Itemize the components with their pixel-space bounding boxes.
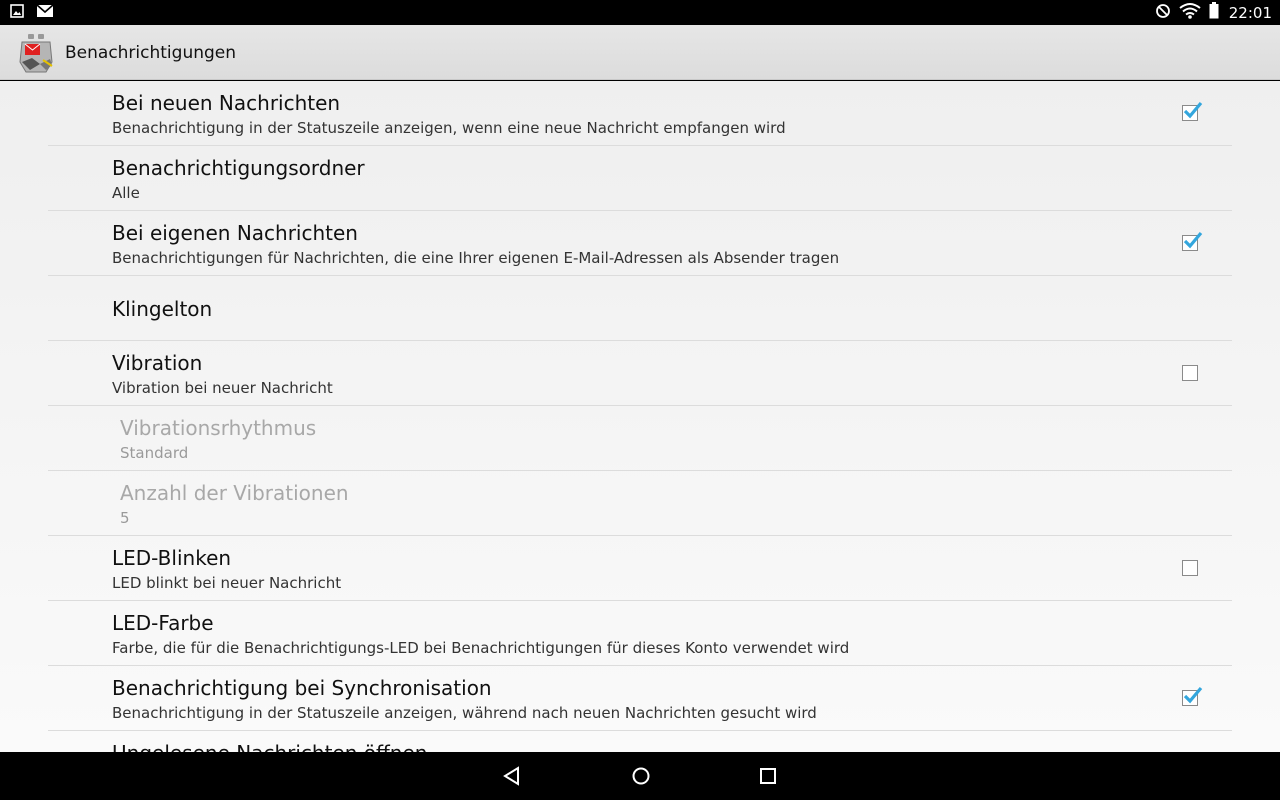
pref-title: Benachrichtigung bei Synchronisation [112, 676, 492, 700]
pref-title: Vibrationsrhythmus [120, 416, 317, 440]
pref-own-messages[interactable]: Bei eigenen Nachrichten Benachrichtigung… [48, 211, 1232, 276]
page-title: Benachrichtigungen [65, 43, 237, 63]
checkbox-unchecked[interactable] [1182, 560, 1198, 576]
pref-new-messages[interactable]: Bei neuen Nachrichten Benachrichtigung i… [48, 81, 1232, 146]
pref-vibration-count: Anzahl der Vibrationen 5 [48, 471, 1232, 536]
status-bar: 22:01 [0, 0, 1280, 25]
status-time: 22:01 [1228, 3, 1272, 22]
wifi-icon [1179, 2, 1201, 23]
pref-title: Bei eigenen Nachrichten [112, 221, 358, 245]
pref-summary: Standard [120, 444, 189, 462]
navigation-bar [0, 752, 1280, 800]
pref-title: Klingelton [112, 297, 213, 321]
pref-summary: Benachrichtigung in der Statuszeile anze… [112, 704, 817, 722]
pref-led-blink[interactable]: LED-Blinken LED blinkt bei neuer Nachric… [48, 536, 1232, 601]
checkbox-checked[interactable] [1182, 101, 1203, 121]
pref-summary: 5 [120, 509, 130, 527]
back-icon[interactable] [500, 764, 524, 788]
pref-sync-notification[interactable]: Benachrichtigung bei Synchronisation Ben… [48, 666, 1232, 731]
status-right: 22:01 [1155, 0, 1272, 25]
pref-summary: Benachrichtigungen für Nachrichten, die … [112, 249, 840, 267]
pref-title: LED-Blinken [112, 546, 232, 570]
pref-vibration[interactable]: Vibration Vibration bei neuer Nachricht [48, 341, 1232, 406]
home-icon[interactable] [629, 764, 653, 788]
action-bar: Benachrichtigungen [0, 25, 1280, 80]
checkbox-checked[interactable] [1182, 686, 1203, 706]
image-notification-icon [10, 3, 24, 22]
k9-mail-app-icon[interactable] [16, 32, 56, 74]
pref-summary: Alle [112, 184, 140, 202]
checkbox-unchecked[interactable] [1182, 365, 1198, 381]
pref-title: LED-Farbe [112, 611, 214, 635]
pref-title: Benachrichtigungsordner [112, 156, 365, 180]
pref-led-color[interactable]: LED-Farbe Farbe, die für die Benachricht… [48, 601, 1232, 666]
pref-ringtone[interactable]: Klingelton [48, 276, 1232, 341]
status-left [10, 0, 54, 25]
pref-summary: Vibration bei neuer Nachricht [112, 379, 333, 397]
pref-title: Bei neuen Nachrichten [112, 91, 341, 115]
mail-notification-icon [36, 3, 54, 22]
checkbox-checked[interactable] [1182, 231, 1203, 251]
pref-title: Vibration [112, 351, 203, 375]
pref-summary: Benachrichtigung in der Statuszeile anze… [112, 119, 786, 137]
pref-title: Anzahl der Vibrationen [120, 481, 349, 505]
pref-title: Ungelesene Nachrichten öffnen [112, 741, 427, 752]
battery-icon [1209, 2, 1219, 23]
do-not-disturb-icon [1155, 3, 1171, 23]
preferences-list[interactable]: Bei neuen Nachrichten Benachrichtigung i… [0, 81, 1280, 752]
pref-open-unread[interactable]: Ungelesene Nachrichten öffnen [48, 731, 1232, 752]
pref-summary: Farbe, die für die Benachrichtigungs-LED… [112, 639, 850, 657]
pref-summary: LED blinkt bei neuer Nachricht [112, 574, 342, 592]
pref-notification-folder[interactable]: Benachrichtigungsordner Alle [48, 146, 1232, 211]
pref-vibration-pattern: Vibrationsrhythmus Standard [48, 406, 1232, 471]
recents-icon[interactable] [756, 764, 780, 788]
